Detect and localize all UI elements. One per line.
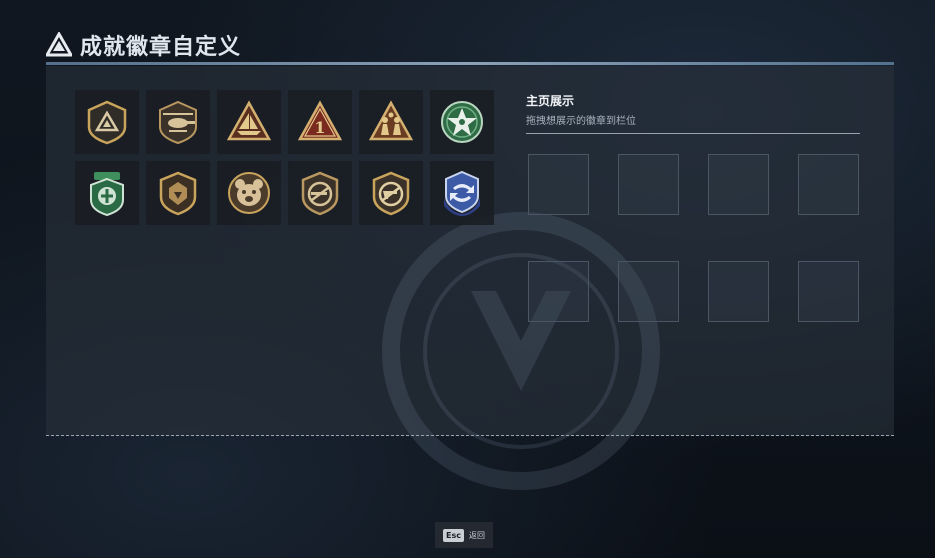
badge-no-pistol[interactable]	[359, 161, 423, 225]
badge-panel: 1 主页展示 拖拽想展示的徽章到栏位	[46, 66, 894, 490]
badge-boat-triangle[interactable]	[217, 90, 281, 154]
green-medal-icon	[90, 172, 124, 216]
badge-bear-head[interactable]	[217, 161, 281, 225]
showcase-slots	[528, 154, 859, 322]
badge-green-star[interactable]	[430, 90, 494, 154]
pyramid-shield-icon	[87, 100, 127, 145]
header-divider	[46, 62, 894, 65]
badge-green-medal[interactable]	[75, 161, 139, 225]
lion-shield-icon	[159, 171, 197, 216]
showcase-slot-6[interactable]	[618, 261, 679, 322]
showcase-slot-1[interactable]	[528, 154, 589, 215]
badge-blue-arrows[interactable]	[430, 161, 494, 225]
back-label: 返回	[468, 530, 485, 540]
showcase-slot-7[interactable]	[708, 261, 769, 322]
showcase-title: 主页展示	[526, 94, 575, 108]
back-button[interactable]: Esc 返回	[435, 522, 493, 548]
showcase-slot-3[interactable]	[708, 154, 769, 215]
badge-grid: 1	[75, 90, 494, 225]
badge-no-gun[interactable]	[288, 161, 352, 225]
page-header: 成就徽章自定义	[46, 29, 241, 61]
bear-head-icon	[228, 172, 270, 214]
boat-triangle-icon	[226, 100, 272, 141]
showcase-subtitle: 拖拽想展示的徽章到栏位	[526, 116, 636, 127]
showcase-slot-5[interactable]	[528, 261, 589, 322]
esc-key-hint: Esc	[443, 528, 464, 542]
no-pistol-icon	[372, 171, 410, 216]
homepage-showcase: 主页展示 拖拽想展示的徽章到栏位	[526, 92, 860, 322]
badge-lion-shield[interactable]	[146, 161, 210, 225]
badge-number-one[interactable]: 1	[288, 90, 352, 154]
helicopter-icon	[159, 100, 197, 145]
no-gun-icon	[301, 171, 339, 216]
green-star-icon	[441, 101, 483, 143]
number-one-triangle-icon: 1	[297, 100, 343, 141]
showcase-slot-2[interactable]	[618, 154, 679, 215]
triangle-logo-icon	[46, 32, 72, 57]
showcase-slot-4[interactable]	[798, 154, 859, 215]
blue-arrows-shield-icon	[444, 170, 480, 216]
showcase-divider	[526, 133, 860, 134]
badge-pyramid[interactable]	[75, 90, 139, 154]
showcase-slot-8[interactable]	[798, 261, 859, 322]
soldiers-triangle-icon	[368, 100, 414, 141]
badge-number-text: 1	[314, 118, 325, 137]
badge-soldiers-triangle[interactable]	[359, 90, 423, 154]
badge-helicopter[interactable]	[146, 90, 210, 154]
page-title: 成就徽章自定义	[80, 35, 242, 60]
